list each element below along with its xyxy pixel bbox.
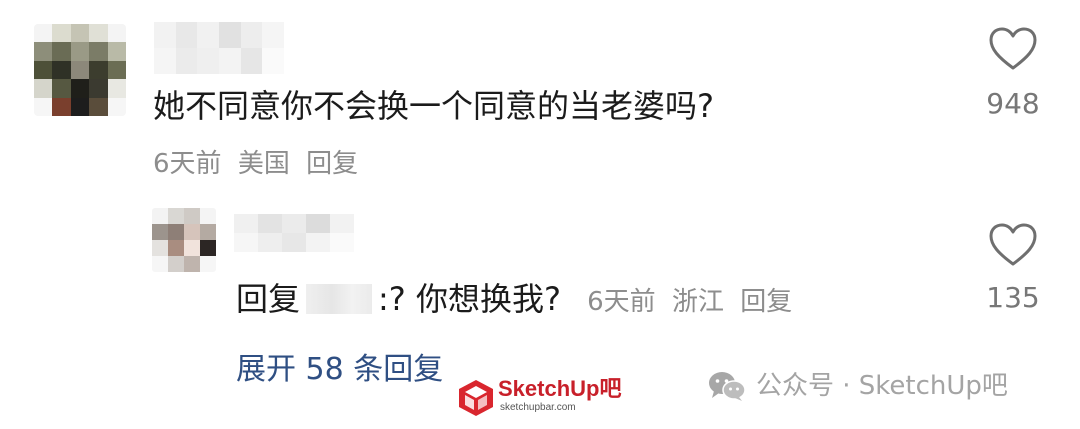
reply-separator: : <box>378 280 389 318</box>
heart-outline-icon <box>989 27 1037 70</box>
reply-button[interactable]: 回复 <box>306 149 358 179</box>
replier-avatar[interactable] <box>152 208 216 272</box>
reply-time: 6天前 <box>587 287 656 317</box>
sketchup-logo-text: SketchUp吧 <box>498 376 622 401</box>
commenter-avatar[interactable] <box>34 24 126 116</box>
reply-reply-button[interactable]: 回复 <box>740 287 792 317</box>
heart-outline-icon <box>989 223 1037 266</box>
sketchup-logo-icon <box>459 380 493 416</box>
comment-text: 她不同意你不会换一个同意的当老婆吗? <box>153 87 714 125</box>
comment-location: 美国 <box>237 149 290 179</box>
like-button[interactable]: 948 <box>968 26 1058 126</box>
reply-text: ? 你想换我? <box>388 280 561 318</box>
sketchup-logo: SketchUp吧 sketchupbar.com <box>456 376 636 420</box>
reply-like-count: 135 <box>986 281 1040 314</box>
reply-meta: 6天前 浙江 回复 <box>587 287 792 317</box>
commenter-name-blurred[interactable] <box>154 22 284 74</box>
wechat-icon <box>709 372 746 401</box>
reply-location: 浙江 <box>671 287 724 317</box>
watermark-text: 公众号 · SketchUp吧 <box>756 371 1008 401</box>
replier-name-blurred[interactable] <box>234 214 354 252</box>
expand-replies-link[interactable]: 展开 58 条回复 <box>236 352 443 388</box>
sketchup-logo-subtext: sketchupbar.com <box>500 402 576 413</box>
reply-prefix: 回复 <box>236 280 301 318</box>
like-count: 948 <box>986 87 1040 120</box>
reply-like-button[interactable]: 135 <box>968 222 1058 322</box>
mentioned-user-blurred[interactable] <box>306 284 373 314</box>
comment-time: 6天前 <box>153 149 222 179</box>
comment-meta: 6天前 美国 回复 <box>153 148 358 180</box>
reply-text-line: 回复:? 你想换我? 6天前 浙江 回复 <box>236 279 792 322</box>
